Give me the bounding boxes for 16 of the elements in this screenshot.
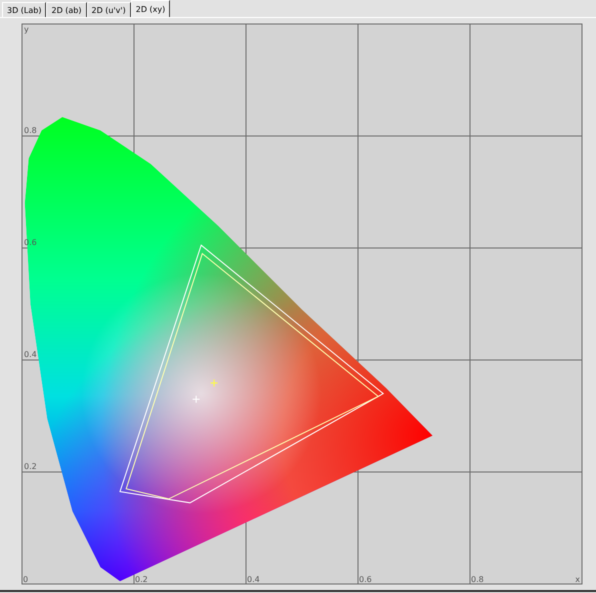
tab[interactable]: 2D (xy) xyxy=(130,0,170,17)
tab[interactable]: 3D (Lab) xyxy=(2,2,46,17)
axis-label: y xyxy=(24,25,29,34)
tick-label: 0.2 xyxy=(135,575,148,584)
cross-marker xyxy=(210,378,218,387)
tick-label: 0.4 xyxy=(247,575,260,584)
tick-label: 0.4 xyxy=(24,350,37,359)
axis-label: x xyxy=(575,575,580,584)
cross-marker xyxy=(192,395,200,404)
tick-label: 0.6 xyxy=(359,575,372,584)
tab[interactable]: 2D (ab) xyxy=(46,2,86,17)
tick-label: 0 xyxy=(23,575,28,584)
tick-label: 0.8 xyxy=(471,575,484,584)
tick-label: 0.8 xyxy=(24,126,37,135)
tick-label: 0.2 xyxy=(24,462,37,471)
tab[interactable]: 2D (u'v') xyxy=(86,2,131,17)
